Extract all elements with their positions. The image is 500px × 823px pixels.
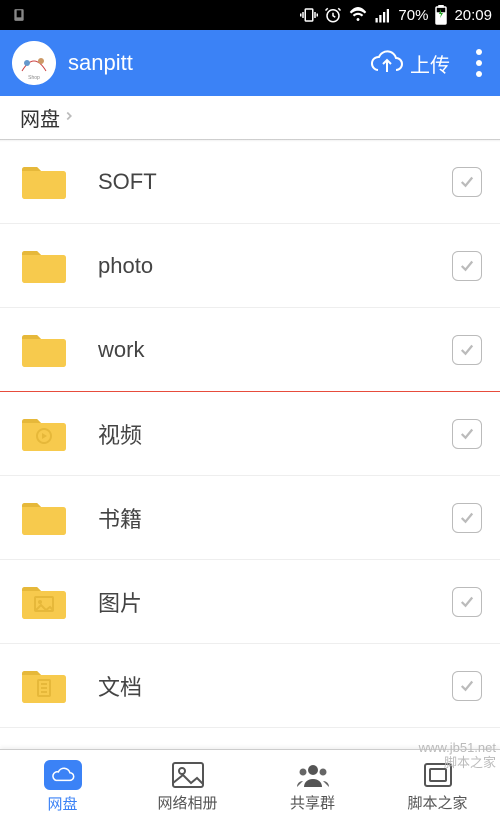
notification-icon (12, 8, 26, 22)
group-icon (296, 761, 330, 789)
folder-icon (18, 244, 70, 288)
nav-label: 共享群 (290, 792, 335, 813)
folder-name: SOFT (98, 169, 452, 195)
nav-item-album[interactable]: 网络相册 (125, 750, 250, 823)
nav-item-share[interactable]: 共享群 (250, 750, 375, 823)
svg-text:Shop: Shop (28, 75, 40, 81)
clock: 20:09 (454, 7, 492, 24)
breadcrumb-current: 网盘 (20, 103, 60, 132)
upload-button[interactable]: 上传 (370, 49, 450, 78)
watermark: www.jb51.net 脚本之家 (415, 738, 500, 773)
breadcrumb[interactable]: 网盘 (0, 96, 500, 140)
checkbox[interactable] (452, 419, 482, 449)
chevron-right-icon (62, 106, 76, 129)
folder-name: photo (98, 253, 452, 279)
status-bar: 70% 20:09 (0, 0, 500, 30)
wifi-icon (348, 6, 368, 24)
folder-name: 文档 (98, 670, 452, 702)
list-item[interactable]: 文档 (0, 644, 500, 728)
status-notification-area (8, 8, 26, 22)
list-item[interactable]: work (0, 308, 500, 392)
signal-icon (374, 6, 392, 24)
checkbox[interactable] (452, 335, 482, 365)
album-icon (171, 761, 205, 789)
list-item[interactable]: 视频 (0, 392, 500, 476)
avatar[interactable]: Shop (12, 41, 56, 85)
folder-icon (18, 160, 70, 204)
folder-icon (18, 412, 70, 456)
checkbox[interactable] (452, 251, 482, 281)
list-item[interactable]: 图片 (0, 560, 500, 644)
alarm-icon (324, 6, 342, 24)
folder-name: 书籍 (98, 502, 452, 534)
nav-item-disk[interactable]: 网盘 (0, 750, 125, 823)
battery-icon (434, 5, 448, 25)
battery-percent: 70% (398, 7, 428, 24)
folder-name: work (98, 337, 452, 363)
folder-name: 视频 (98, 418, 452, 450)
list-item[interactable]: photo (0, 224, 500, 308)
upload-label: 上传 (410, 49, 450, 78)
cloud-icon (50, 766, 76, 784)
list-item[interactable]: SOFT (0, 140, 500, 224)
nav-label: 脚本之家 (407, 792, 467, 813)
folder-name: 图片 (98, 586, 452, 618)
nav-label: 网盘 (47, 793, 77, 814)
username-label: sanpitt (68, 50, 370, 76)
folder-icon (18, 664, 70, 708)
app-header: Shop sanpitt 上传 (0, 30, 500, 96)
vibrate-icon (300, 6, 318, 24)
file-list: SOFT photo work 视频书籍图片文档 (0, 140, 500, 728)
folder-icon (18, 580, 70, 624)
more-menu-button[interactable] (470, 43, 488, 83)
checkbox[interactable] (452, 167, 482, 197)
folder-icon (18, 496, 70, 540)
list-item[interactable]: 书籍 (0, 476, 500, 560)
cloud-upload-icon (370, 50, 404, 76)
nav-label: 网络相册 (157, 792, 217, 813)
checkbox[interactable] (452, 587, 482, 617)
folder-icon (18, 328, 70, 372)
checkbox[interactable] (452, 671, 482, 701)
checkbox[interactable] (452, 503, 482, 533)
